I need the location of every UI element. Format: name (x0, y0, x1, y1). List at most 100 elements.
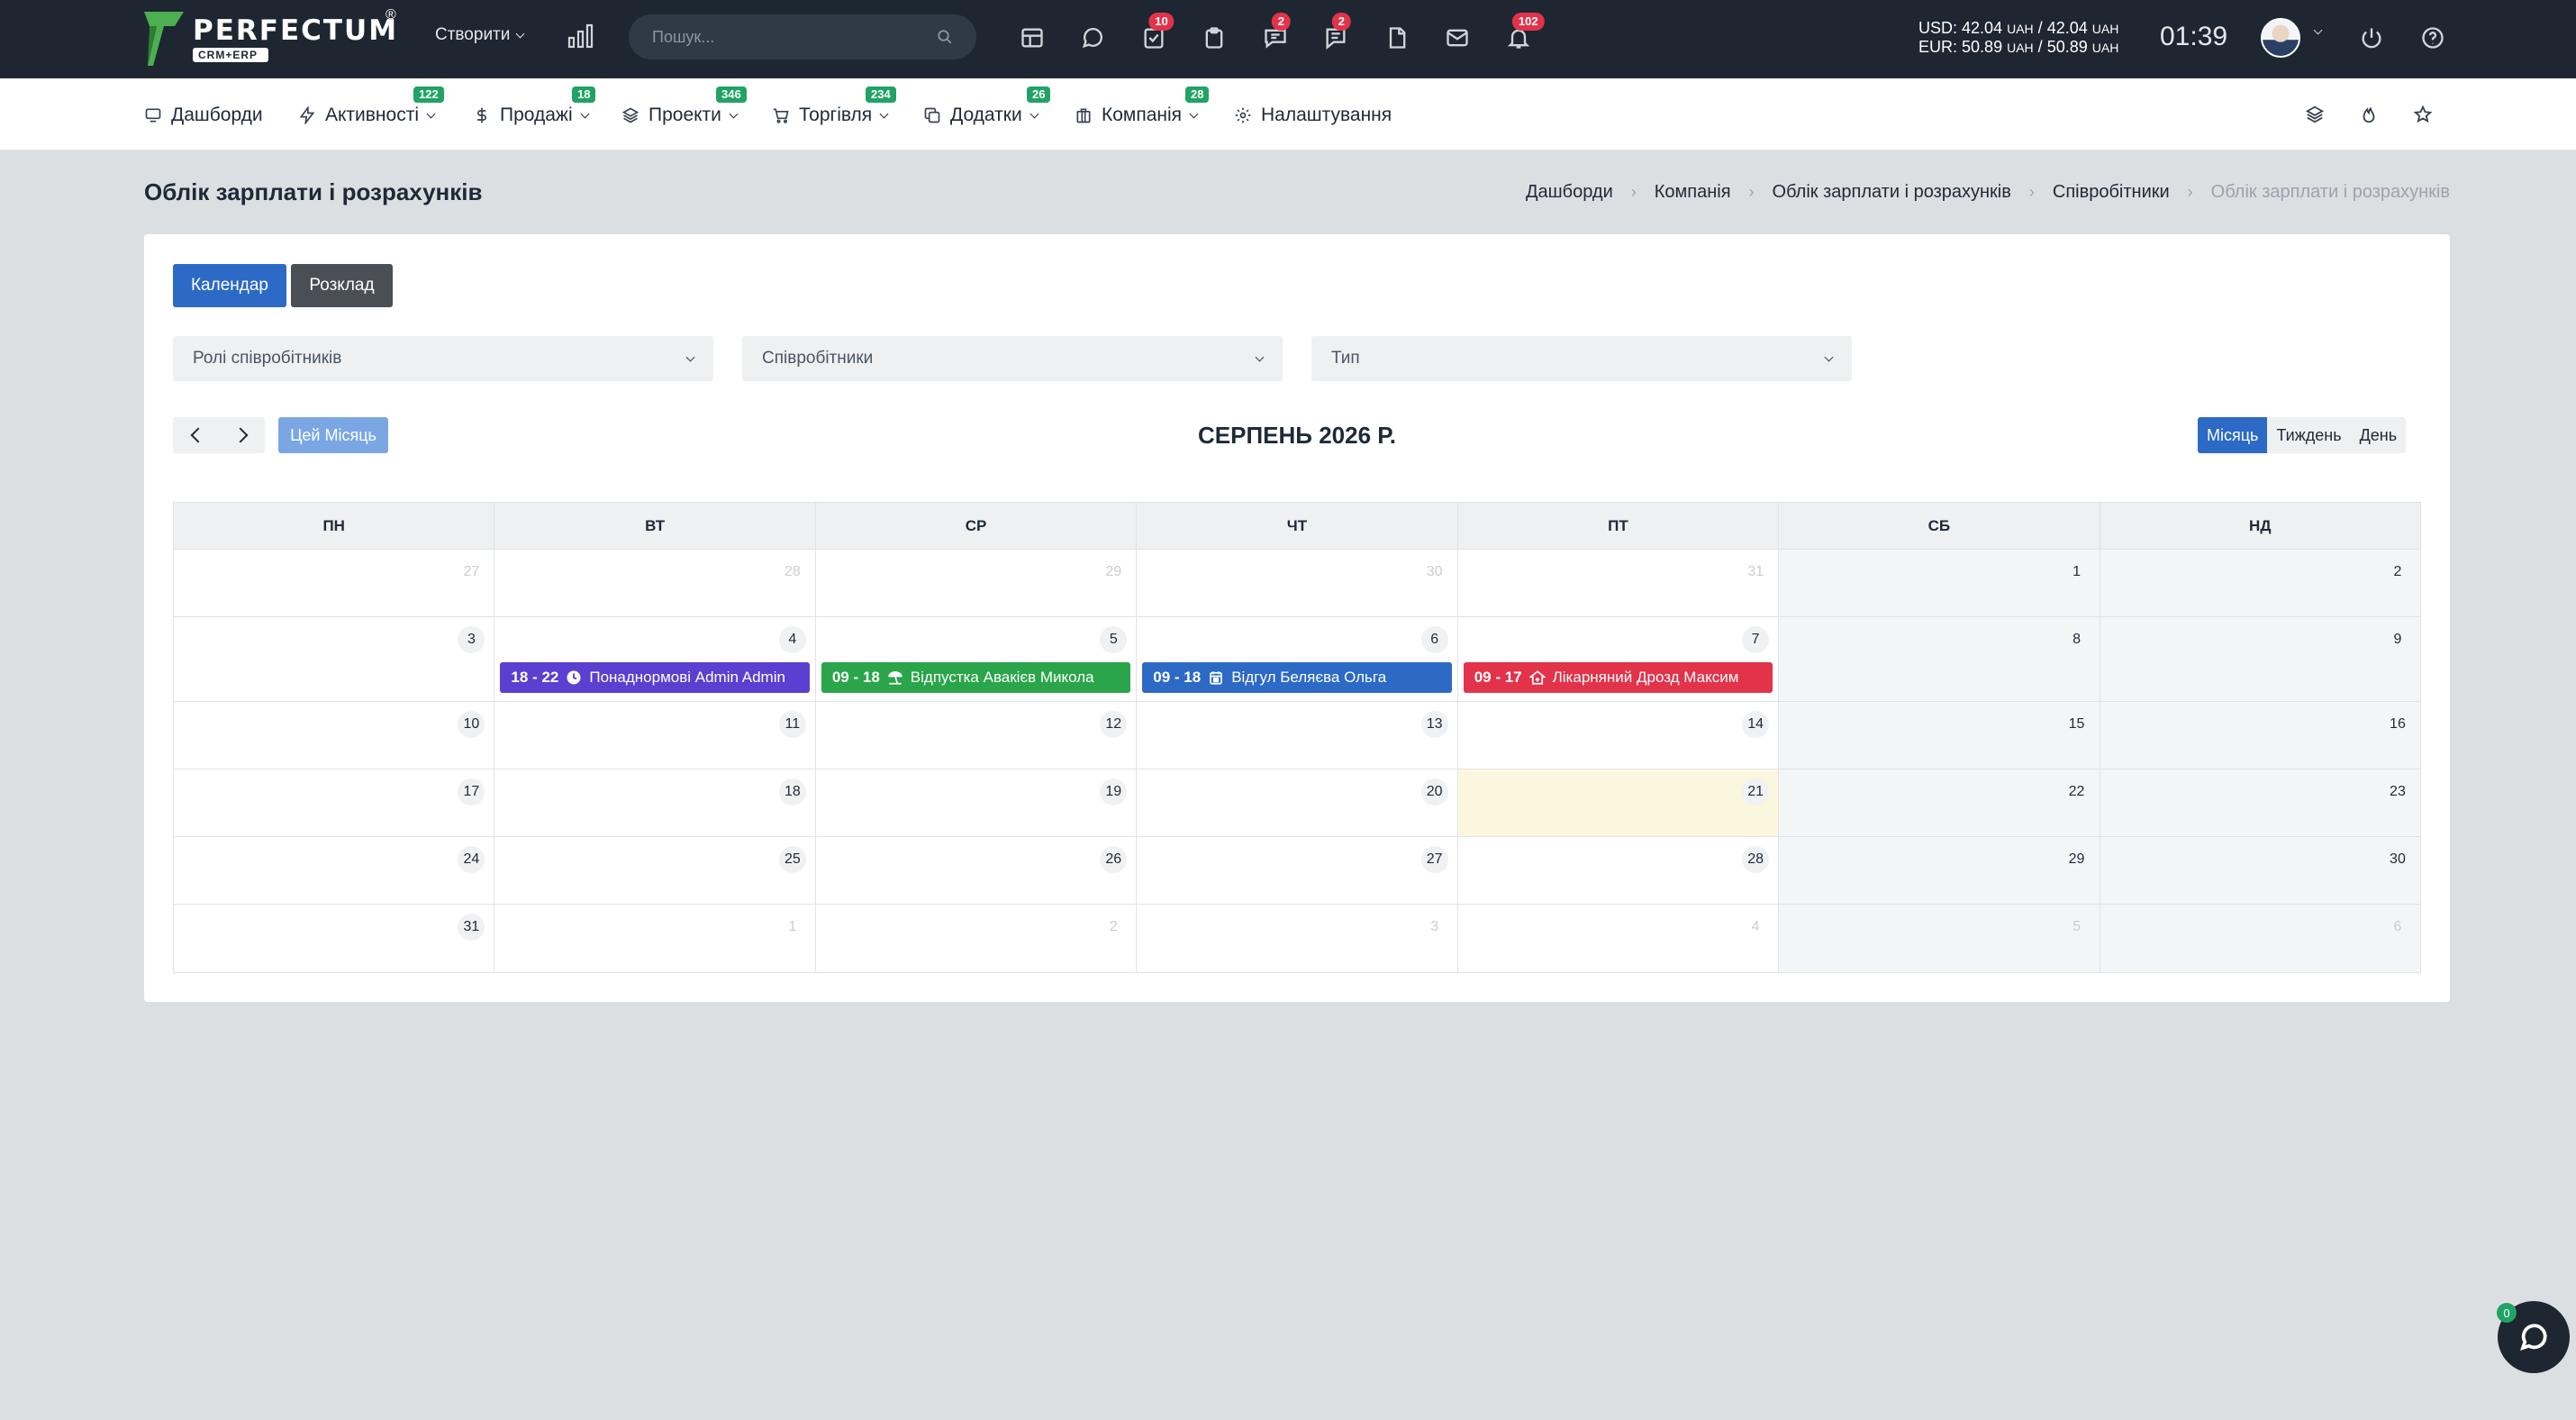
calendar-event[interactable]: 09 - 17 Лікарняний Дрозд Максим (1463, 662, 1773, 693)
search-box[interactable] (629, 14, 976, 59)
calendar-day[interactable]: 4 (1458, 905, 1780, 972)
clipboard-icon[interactable] (1196, 20, 1232, 56)
day-number: 10 (458, 711, 485, 738)
calendar-day[interactable]: 11 (494, 702, 816, 769)
calendar-day[interactable]: 19 (816, 769, 1138, 836)
calendar-day[interactable]: 18 (494, 769, 816, 836)
bolt-icon (299, 106, 315, 124)
calendar-day[interactable]: 16 (2100, 702, 2420, 769)
calendar-day[interactable]: 3 (1137, 905, 1458, 972)
calendar-day[interactable]: 25 (494, 837, 816, 904)
calendar-day[interactable]: 5 09 - 18 Відпустка Авакієв Микола (816, 617, 1138, 701)
nav-item-activities[interactable]: Активності 122 (298, 86, 444, 129)
calendar-day[interactable]: 1 (494, 905, 816, 972)
calendar-day[interactable]: 8 (1779, 617, 2100, 701)
calendar-day[interactable]: 6 09 - 18 Відгул Беляєва Ольга (1137, 617, 1458, 701)
nav-item-apps[interactable]: Додатки 26 (923, 86, 1051, 129)
search-icon[interactable] (937, 29, 953, 45)
main-nav: Дашборди Активності 122 Продажі 18 Проек… (0, 78, 2576, 150)
calendar-day[interactable]: 30 (1137, 550, 1458, 616)
calendar-day[interactable]: 1 (1779, 550, 2100, 616)
view-day-button[interactable]: День (2351, 417, 2407, 453)
calendar-day[interactable]: 23 (2100, 769, 2420, 836)
calendar-day[interactable]: 31 (174, 905, 495, 972)
view-week-button[interactable]: Тиждень (2267, 417, 2350, 453)
next-month-button[interactable] (219, 417, 265, 453)
chat-badge: 0 (2497, 1303, 2517, 1323)
comments-icon[interactable]: 2 (1318, 13, 1354, 56)
analytics-bars-icon[interactable] (567, 23, 594, 49)
type-filter-select[interactable]: Тип (1311, 336, 1852, 381)
calendar-day[interactable]: 3 (174, 617, 495, 701)
calendar-day[interactable]: 13 (1137, 702, 1458, 769)
calendar-day[interactable]: 27 (1137, 837, 1458, 904)
mail-icon[interactable] (1439, 20, 1475, 56)
nav-item-company[interactable]: Компанія 28 (1075, 86, 1210, 129)
calendar-day[interactable]: 22 (1779, 769, 2100, 836)
star-icon[interactable] (2407, 98, 2439, 131)
calendar-day[interactable]: 7 09 - 17 Лікарняний Дрозд Максим (1458, 617, 1780, 701)
calendar-event[interactable]: 18 - 22 Понаднормові Admin Admin (500, 662, 810, 693)
search-input[interactable] (652, 27, 937, 47)
calendar-day[interactable]: 20 (1137, 769, 1458, 836)
chat-icon[interactable] (1075, 20, 1111, 56)
calendar-day[interactable]: 14 (1458, 702, 1780, 769)
breadcrumb-item[interactable]: Компанія (1655, 182, 1731, 203)
document-icon[interactable] (1379, 20, 1415, 56)
calendar-day[interactable]: 5 (1779, 905, 2100, 972)
calendar-day-today[interactable]: 21 (1457, 769, 1780, 836)
calendar-day[interactable]: 29 (1779, 837, 2100, 904)
this-month-button[interactable]: Цей Місяць (278, 417, 388, 453)
calendar-day[interactable]: 28 (494, 550, 816, 616)
roles-filter-select[interactable]: Ролі співробітників (173, 336, 713, 381)
calendar-day[interactable]: 28 (1458, 837, 1780, 904)
bell-icon[interactable]: 102 (1501, 13, 1545, 56)
brand-logo[interactable]: PERFECTUM CRM+ERP (144, 11, 398, 67)
calendar-day[interactable]: 10 (174, 702, 495, 769)
calendar-day[interactable]: 26 (816, 837, 1138, 904)
view-month-button[interactable]: Місяць (2198, 417, 2268, 453)
chevron-down-icon (1029, 109, 1039, 118)
nav-item-sales[interactable]: Продажі 18 (473, 86, 596, 129)
avatar[interactable] (2261, 18, 2300, 58)
power-icon[interactable] (2354, 20, 2390, 56)
breadcrumb-item[interactable]: Дашборди (1526, 182, 1613, 203)
breadcrumb-item[interactable]: Співробітники (2053, 182, 2170, 203)
help-icon[interactable] (2415, 20, 2451, 56)
day-number: 7 (1742, 626, 1770, 653)
nav-item-dashboards[interactable]: Дашборди (144, 102, 263, 129)
event-title: Понаднормові Admin Admin (589, 669, 785, 686)
messages-icon[interactable]: 2 (1257, 13, 1293, 56)
calendar-day[interactable]: 12 (816, 702, 1138, 769)
calendar-day[interactable]: 31 (1458, 550, 1780, 616)
nav-item-settings[interactable]: Налаштування (1234, 102, 1392, 129)
calendar-day[interactable]: 15 (1779, 702, 2100, 769)
calendar-day[interactable]: 2 (2100, 550, 2420, 616)
calendar-day[interactable]: 27 (174, 550, 495, 616)
nav-item-trade[interactable]: Торгівля 234 (772, 86, 896, 129)
calendar-day[interactable]: 2 (816, 905, 1138, 972)
calendar-day[interactable]: 6 (2100, 905, 2420, 972)
calendar-tab-button[interactable]: Календар (173, 264, 286, 307)
chevron-down-icon[interactable] (2313, 25, 2323, 35)
table-icon[interactable] (1014, 20, 1050, 56)
calendar-day[interactable]: 17 (174, 769, 495, 836)
employees-filter-select[interactable]: Співробітники (742, 336, 1283, 381)
calendar-day[interactable]: 29 (816, 550, 1138, 616)
tasks-icon[interactable]: 10 (1136, 13, 1175, 56)
breadcrumb-item[interactable]: Облік зарплати і розрахунків (1773, 182, 2011, 203)
nav-label: Активності (325, 105, 419, 125)
calendar-day[interactable]: 4 18 - 22 Понаднормові Admin Admin (494, 617, 816, 701)
calendar-day[interactable]: 9 (2100, 617, 2420, 701)
create-button[interactable]: Створити (435, 25, 525, 45)
schedule-tab-button[interactable]: Розклад (291, 264, 393, 307)
exchange-rates: USD: 42.04 UAH / 42.04 UAH EUR: 50.89 UA… (1918, 19, 2118, 57)
layers-icon[interactable] (2299, 98, 2331, 131)
nav-item-projects[interactable]: Проекти 346 (621, 86, 747, 129)
prev-month-button[interactable] (173, 417, 219, 453)
calendar-day[interactable]: 30 (2100, 837, 2420, 904)
calendar-event[interactable]: 09 - 18 Відпустка Авакієв Микола (821, 662, 1131, 693)
fire-icon[interactable] (2353, 98, 2385, 131)
calendar-event[interactable]: 09 - 18 Відгул Беляєва Ольга (1142, 662, 1452, 693)
calendar-day[interactable]: 24 (174, 837, 495, 904)
